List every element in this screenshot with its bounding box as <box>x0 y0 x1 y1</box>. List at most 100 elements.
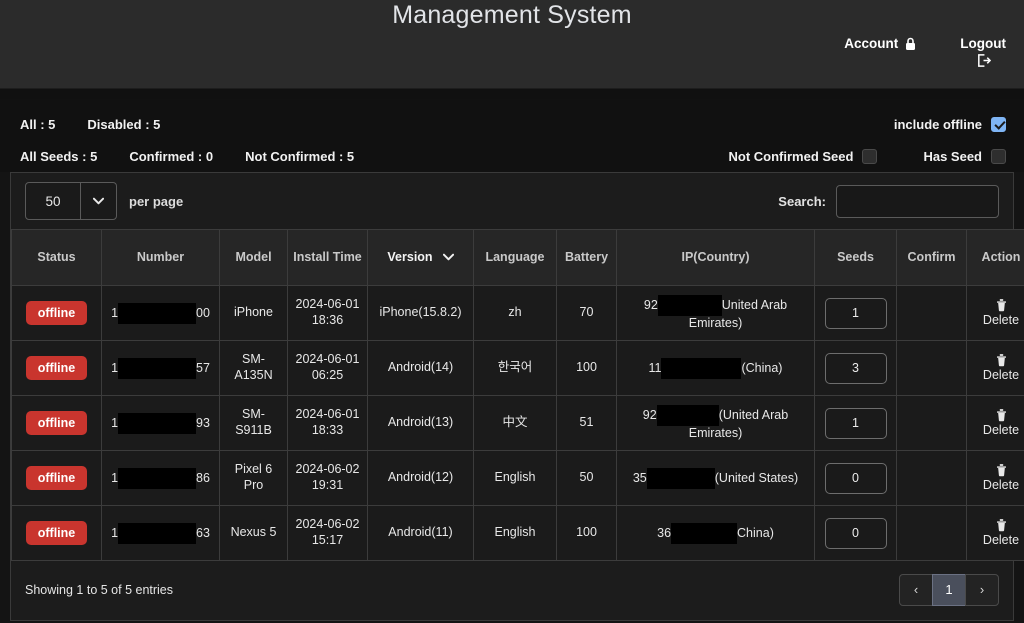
seeds-input[interactable] <box>824 462 887 494</box>
seeds-input[interactable] <box>824 352 887 384</box>
cell-language: English <box>473 505 557 561</box>
col-language[interactable]: Language <box>473 229 557 286</box>
table-row: offline 1 63 Nexus 5 2024-06-02 15:17 Android… <box>11 505 1024 561</box>
stats-row-primary: All : 5 Disabled : 5 <box>20 117 160 132</box>
has-seed-label: Has Seed <box>923 149 982 164</box>
cell-install-time: 2024-06-01 18:33 <box>287 395 368 451</box>
cell-seeds <box>814 450 897 506</box>
cell-language: 中文 <box>473 395 557 451</box>
status-badge[interactable]: offline <box>25 465 88 491</box>
col-model[interactable]: Model <box>219 229 288 286</box>
account-label: Account <box>844 36 899 51</box>
cell-battery: 70 <box>556 285 617 341</box>
status-badge[interactable]: offline <box>25 355 88 381</box>
cell-install-time: 2024-06-02 19:31 <box>287 450 368 506</box>
cell-ip-country: 92 United Arab Emirates) <box>616 285 815 341</box>
col-status[interactable]: Status <box>11 229 102 286</box>
redacted-ip <box>657 294 722 316</box>
not-confirmed-seed-checkbox[interactable] <box>862 149 878 164</box>
redacted-ip <box>661 357 742 379</box>
search-input[interactable] <box>836 184 999 218</box>
cell-number: 1 63 <box>101 505 220 561</box>
include-offline-label: include offline <box>893 117 982 132</box>
delete-label: Delete <box>982 477 1020 492</box>
data-panel: 50 per page Search: Status Number Model … <box>10 172 1024 621</box>
per-page-control: 50 per page <box>25 182 183 220</box>
has-seed-checkbox[interactable] <box>991 149 1006 164</box>
stats-bar: All : 5 Disabled : 5 All Seeds : 5 Confi… <box>0 99 1024 172</box>
cell-model: Nexus 5 <box>219 505 288 561</box>
pagination-prev[interactable]: ‹ <box>899 573 933 606</box>
status-badge[interactable]: offline <box>25 300 88 326</box>
search-label: Search: <box>778 193 826 209</box>
cell-install-time: 2024-06-01 18:36 <box>287 285 368 341</box>
status-badge[interactable]: offline <box>25 410 88 436</box>
col-battery[interactable]: Battery <box>556 229 617 286</box>
not-confirmed-seed-label: Not Confirmed Seed <box>728 149 854 164</box>
cell-language: 한국어 <box>473 340 557 396</box>
seeds-input[interactable] <box>824 407 887 439</box>
chevron-down-icon <box>80 183 116 219</box>
pagination-next[interactable]: › <box>965 573 999 606</box>
header-divider <box>0 88 1024 99</box>
cell-status: offline <box>11 450 102 506</box>
status-badge[interactable]: offline <box>25 520 88 546</box>
per-page-select[interactable]: 50 <box>25 182 117 220</box>
cell-battery: 51 <box>556 395 617 451</box>
has-seed-group: Has Seed <box>923 149 1006 164</box>
app-root: Management System Account Logout All: 5… <box>0 0 1024 623</box>
delete-button[interactable]: Delete <box>966 395 1024 451</box>
per-page-label: per page <box>129 193 184 209</box>
stat-not-confirmed: Not Confirmed : 5 <box>245 149 355 164</box>
col-version[interactable]: Version <box>367 229 474 286</box>
table-body: offline 1 00 iPhone 2024-06-01 18:36 iPhone(1… <box>11 285 1024 561</box>
col-install-time[interactable]: Install Time <box>287 229 368 286</box>
cell-number: 1 93 <box>101 395 220 451</box>
cell-number: 1 86 <box>101 450 220 506</box>
delete-button[interactable]: Delete <box>966 505 1024 561</box>
pagination: ‹ 1 › <box>899 573 999 606</box>
cell-model: SM-S911B <box>219 395 288 451</box>
pagination-page-1[interactable]: 1 <box>932 573 966 606</box>
header-links: Account Logout <box>844 36 1006 68</box>
cell-ip-country: 36 China) <box>616 505 815 561</box>
cell-version: Android(14) <box>367 340 474 396</box>
app-header: Management System Account Logout <box>0 0 1024 88</box>
cell-status: offline <box>11 340 102 396</box>
col-ip-country[interactable]: IP(Country) <box>616 229 815 286</box>
cell-confirm <box>896 505 967 561</box>
redacted-ip <box>656 404 719 426</box>
cell-status: offline <box>11 505 102 561</box>
redacted-number <box>118 412 197 434</box>
cell-language: zh <box>473 285 557 341</box>
table-row: offline 1 86 Pixel 6 Pro 2024-06-02 19:31 And… <box>11 450 1024 506</box>
stat-confirmed: Confirmed : 0 <box>129 149 214 164</box>
cell-seeds <box>814 340 897 396</box>
delete-button[interactable]: Delete <box>966 340 1024 396</box>
page-title: Management System <box>392 1 632 29</box>
seeds-input[interactable] <box>824 517 887 549</box>
cell-version: iPhone(15.8.2) <box>367 285 474 341</box>
seeds-input[interactable] <box>824 297 887 329</box>
cell-seeds <box>814 285 897 341</box>
delete-button[interactable]: Delete <box>966 450 1024 506</box>
include-offline-checkbox[interactable] <box>991 117 1006 132</box>
account-link[interactable]: Account <box>844 36 916 53</box>
cell-seeds <box>814 395 897 451</box>
logout-link[interactable]: Logout <box>960 36 1006 68</box>
table-footer: Showing 1 to 5 of 5 entries ‹ 1 › <box>11 561 1013 618</box>
redacted-ip <box>671 522 738 544</box>
col-seeds[interactable]: Seeds <box>814 229 897 286</box>
search-control: Search: <box>778 184 999 218</box>
delete-button[interactable]: Delete <box>966 285 1024 341</box>
cell-battery: 50 <box>556 450 617 506</box>
devices-table: Status Number Model Install Time Version… <box>11 229 1024 561</box>
table-toolbar: 50 per page Search: <box>11 173 1013 229</box>
cell-confirm <box>896 395 967 451</box>
cell-number: 1 57 <box>101 340 220 396</box>
redacted-number <box>118 522 197 544</box>
col-action[interactable]: Action <box>966 229 1024 286</box>
col-confirm[interactable]: Confirm <box>896 229 967 286</box>
col-number[interactable]: Number <box>101 229 220 286</box>
table-header-row: Status Number Model Install Time Version… <box>11 229 1024 286</box>
